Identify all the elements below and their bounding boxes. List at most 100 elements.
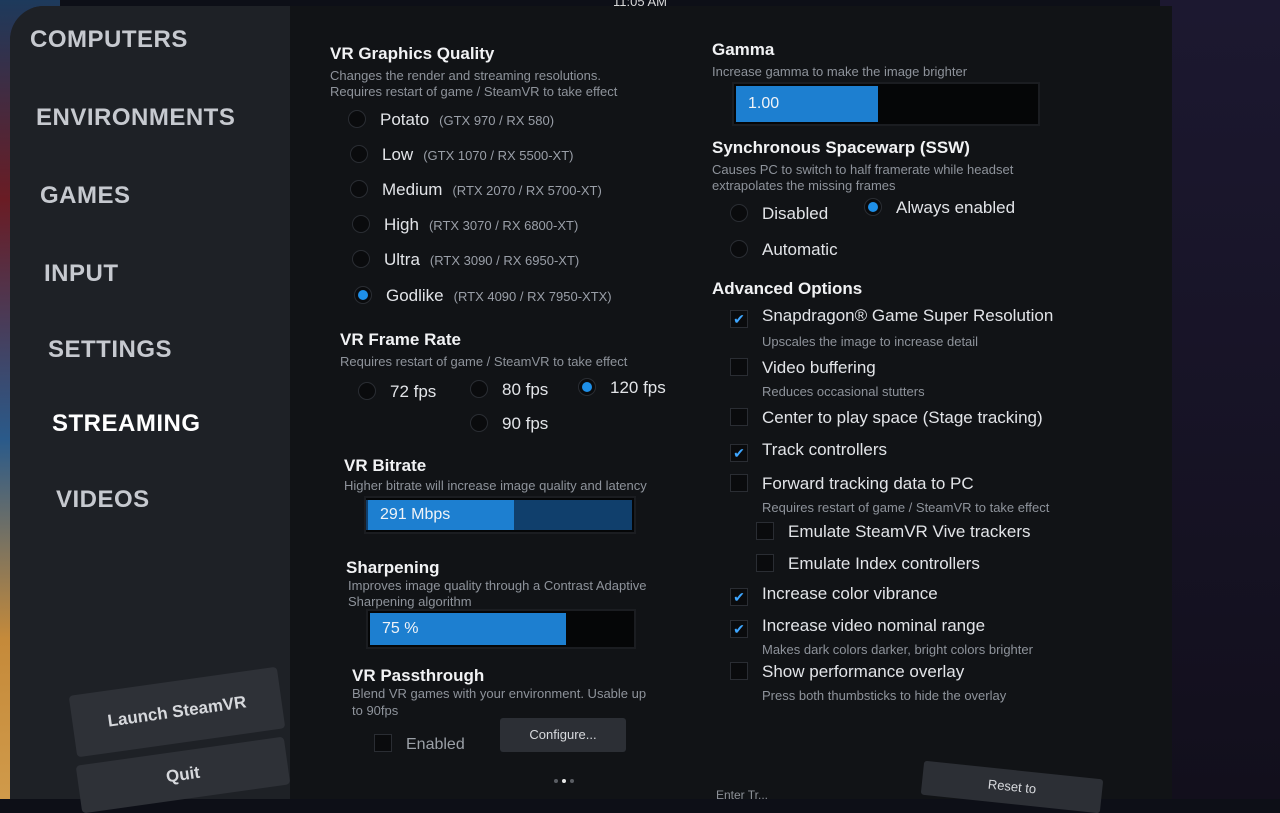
- radio-icon: [730, 204, 748, 222]
- framerate-option-80[interactable]: 80 fps: [470, 380, 548, 400]
- checkbox-icon: [374, 734, 392, 752]
- checkbox-label: Emulate Index controllers: [788, 554, 980, 573]
- adv-option-desc: Makes dark colors darker, bright colors …: [762, 642, 1033, 657]
- framerate-option-72[interactable]: 72 fps: [358, 382, 436, 402]
- option-spec: (RTX 2070 / RX 5700-XT): [452, 183, 602, 198]
- gamma-slider[interactable]: 1.00: [732, 82, 1040, 126]
- option-spec: (GTX 1070 / RX 5500-XT): [423, 148, 574, 163]
- ssw-option-disabled[interactable]: Disabled: [730, 204, 828, 224]
- check-icon: ✔: [730, 588, 748, 606]
- checkbox-label: Video buffering: [762, 358, 876, 377]
- nav-item-games[interactable]: GAMES: [40, 182, 131, 210]
- checkbox-label: Show performance overlay: [762, 662, 965, 681]
- quality-option-ultra[interactable]: Ultra (RTX 3090 / RX 6950-XT): [352, 250, 579, 270]
- radio-icon: [730, 240, 748, 258]
- option-spec: (GTX 970 / RX 580): [439, 113, 555, 128]
- option-label: Godlike: [386, 286, 444, 305]
- option-spec: (RTX 4090 / RX 7950-XTX): [453, 289, 612, 304]
- passthrough-desc-2: to 90fps: [352, 703, 399, 718]
- checkbox-label: Track controllers: [762, 440, 888, 459]
- adv-option-video-buffering[interactable]: Video buffering: [730, 358, 876, 378]
- adv-option-track-controllers[interactable]: ✔ Track controllers: [730, 440, 887, 462]
- nav-item-streaming[interactable]: STREAMING: [52, 410, 201, 438]
- option-label: Always enabled: [896, 198, 1016, 217]
- adv-option-desc: Reduces occasional stutters: [762, 384, 925, 399]
- checkbox-icon: [730, 358, 748, 376]
- check-icon: ✔: [730, 620, 748, 638]
- option-label: 72 fps: [390, 382, 437, 401]
- quality-option-potato[interactable]: Potato (GTX 970 / RX 580): [348, 110, 554, 130]
- adv-option-desc: Press both thumbsticks to hide the overl…: [762, 688, 1007, 703]
- check-icon: ✔: [730, 444, 748, 462]
- radio-icon: [470, 414, 488, 432]
- radio-selected-icon: [578, 378, 596, 396]
- page-dot-active[interactable]: [562, 779, 566, 783]
- framerate-option-120[interactable]: 120 fps: [578, 378, 666, 398]
- nav-item-computers[interactable]: COMPUTERS: [30, 26, 188, 54]
- adv-option-color-vibrance[interactable]: ✔ Increase color vibrance: [730, 584, 938, 606]
- nav-item-settings[interactable]: SETTINGS: [48, 336, 172, 364]
- reset-button[interactable]: Reset to: [920, 760, 1104, 813]
- radio-selected-icon: [354, 286, 372, 304]
- quality-option-high[interactable]: High (RTX 3070 / RX 6800-XT): [352, 215, 578, 235]
- option-label: Low: [382, 145, 414, 164]
- adv-option-stage-tracking[interactable]: Center to play space (Stage tracking): [730, 408, 1043, 428]
- option-label: Automatic: [762, 240, 838, 259]
- sharpening-title: Sharpening: [346, 558, 440, 577]
- nav-item-input[interactable]: INPUT: [44, 260, 119, 288]
- radio-icon: [358, 382, 376, 400]
- checkbox-icon: [756, 554, 774, 572]
- sharpening-slider[interactable]: 75 %: [366, 609, 636, 649]
- checkbox-label: Increase color vibrance: [762, 584, 938, 603]
- checkbox-icon: [730, 474, 748, 492]
- radio-icon: [348, 110, 366, 128]
- ssw-title: Synchronous Spacewarp (SSW): [712, 138, 970, 157]
- bitrate-desc: Higher bitrate will increase image quali…: [344, 478, 647, 493]
- gamma-value: 1.00: [748, 95, 780, 112]
- checkbox-label: Snapdragon® Game Super Resolution: [762, 306, 1054, 325]
- ssw-desc-1: Causes PC to switch to half framerate wh…: [712, 162, 1014, 177]
- page-dot[interactable]: [554, 779, 558, 783]
- quality-desc-1: Changes the render and streaming resolut…: [330, 68, 601, 83]
- adv-option-forward-tracking[interactable]: Forward tracking data to PC: [730, 474, 974, 494]
- passthrough-desc-1: Blend VR games with your environment. Us…: [352, 686, 647, 701]
- nav-item-environments[interactable]: ENVIRONMENTS: [36, 104, 235, 132]
- ssw-option-always-enabled[interactable]: Always enabled: [864, 198, 1015, 218]
- quality-option-godlike[interactable]: Godlike (RTX 4090 / RX 7950-XTX): [354, 286, 612, 306]
- bitrate-slider[interactable]: 291 Mbps: [364, 496, 636, 534]
- framerate-option-90[interactable]: 90 fps: [470, 414, 548, 434]
- checkbox-icon: [756, 522, 774, 540]
- quality-option-low[interactable]: Low (GTX 1070 / RX 5500-XT): [350, 145, 573, 165]
- nav-item-videos[interactable]: VIDEOS: [56, 486, 150, 514]
- adv-option-performance-overlay[interactable]: Show performance overlay: [730, 662, 964, 682]
- vr-environment-background: [1160, 0, 1280, 799]
- settings-panel: COMPUTERS ENVIRONMENTS GAMES INPUT SETTI…: [10, 6, 1172, 813]
- option-label: High: [384, 215, 419, 234]
- adv-option-index-controllers[interactable]: Emulate Index controllers: [756, 554, 980, 574]
- quality-desc-2: Requires restart of game / SteamVR to ta…: [330, 84, 618, 99]
- sidebar: COMPUTERS ENVIRONMENTS GAMES INPUT SETTI…: [10, 6, 291, 813]
- sharpening-desc-2: Sharpening algorithm: [348, 594, 472, 609]
- ssw-desc-2: extrapolates the missing frames: [712, 178, 896, 193]
- gamma-title: Gamma: [712, 40, 775, 59]
- check-icon: ✔: [730, 310, 748, 328]
- checkbox-icon: [730, 662, 748, 680]
- quality-option-medium[interactable]: Medium (RTX 2070 / RX 5700-XT): [350, 180, 602, 200]
- checkbox-label: Enabled: [406, 736, 465, 753]
- option-label: Disabled: [762, 204, 829, 223]
- bitrate-value: 291 Mbps: [380, 506, 451, 523]
- framerate-title: VR Frame Rate: [340, 330, 461, 349]
- configure-button[interactable]: Configure...: [500, 718, 626, 752]
- adv-option-desc: Upscales the image to increase detail: [762, 334, 979, 349]
- adv-option-nominal-range[interactable]: ✔ Increase video nominal range: [730, 616, 985, 638]
- page-dot[interactable]: [570, 779, 574, 783]
- checkbox-icon: [730, 408, 748, 426]
- passthrough-enabled-checkbox[interactable]: Enabled: [374, 734, 465, 754]
- sharpening-desc-1: Improves image quality through a Contras…: [348, 578, 647, 593]
- ssw-option-automatic[interactable]: Automatic: [730, 240, 838, 260]
- gamma-desc: Increase gamma to make the image brighte…: [712, 64, 968, 79]
- adv-option-game-super-resolution[interactable]: ✔ Snapdragon® Game Super Resolution: [730, 306, 1053, 328]
- checkbox-label: Emulate SteamVR Vive trackers: [788, 522, 1031, 541]
- passthrough-title: VR Passthrough: [352, 666, 485, 685]
- adv-option-vive-trackers[interactable]: Emulate SteamVR Vive trackers: [756, 522, 1031, 542]
